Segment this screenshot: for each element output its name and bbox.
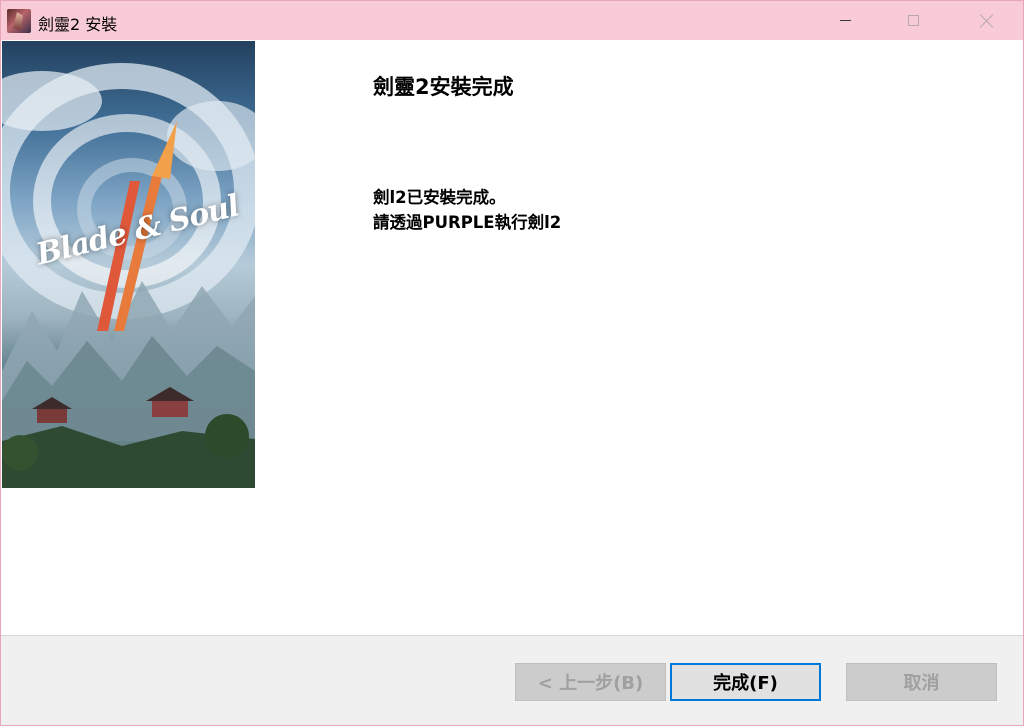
installer-window: 劍靈2 安裝 Blade & Soul 劍靈2安裝完成 劍l2已安裝完成。 請透… <box>0 0 1024 726</box>
minimize-icon <box>839 20 851 21</box>
cancel-button[interactable]: 取消 <box>846 663 997 701</box>
installer-banner-image: Blade & Soul <box>2 41 255 488</box>
maximize-icon <box>907 15 919 26</box>
window-title: 劍靈2 安裝 <box>38 15 118 34</box>
completion-message-line-1: 劍l2已安裝完成。 <box>373 188 506 207</box>
app-icon <box>7 9 31 33</box>
finish-button[interactable]: 完成(F) <box>670 663 821 701</box>
button-bar: < 上一步(B) 完成(F) 取消 <box>1 635 1023 725</box>
page-title: 劍靈2安裝完成 <box>373 75 514 99</box>
maximize-button[interactable] <box>890 1 936 40</box>
completion-message-line-2: 請透過PURPLE執行劍l2 <box>373 213 562 232</box>
close-button[interactable] <box>964 1 1010 40</box>
title-bar[interactable]: 劍靈2 安裝 <box>1 1 1023 40</box>
minimize-button[interactable] <box>822 1 868 40</box>
back-button[interactable]: < 上一步(B) <box>515 663 666 701</box>
close-icon <box>980 14 994 28</box>
